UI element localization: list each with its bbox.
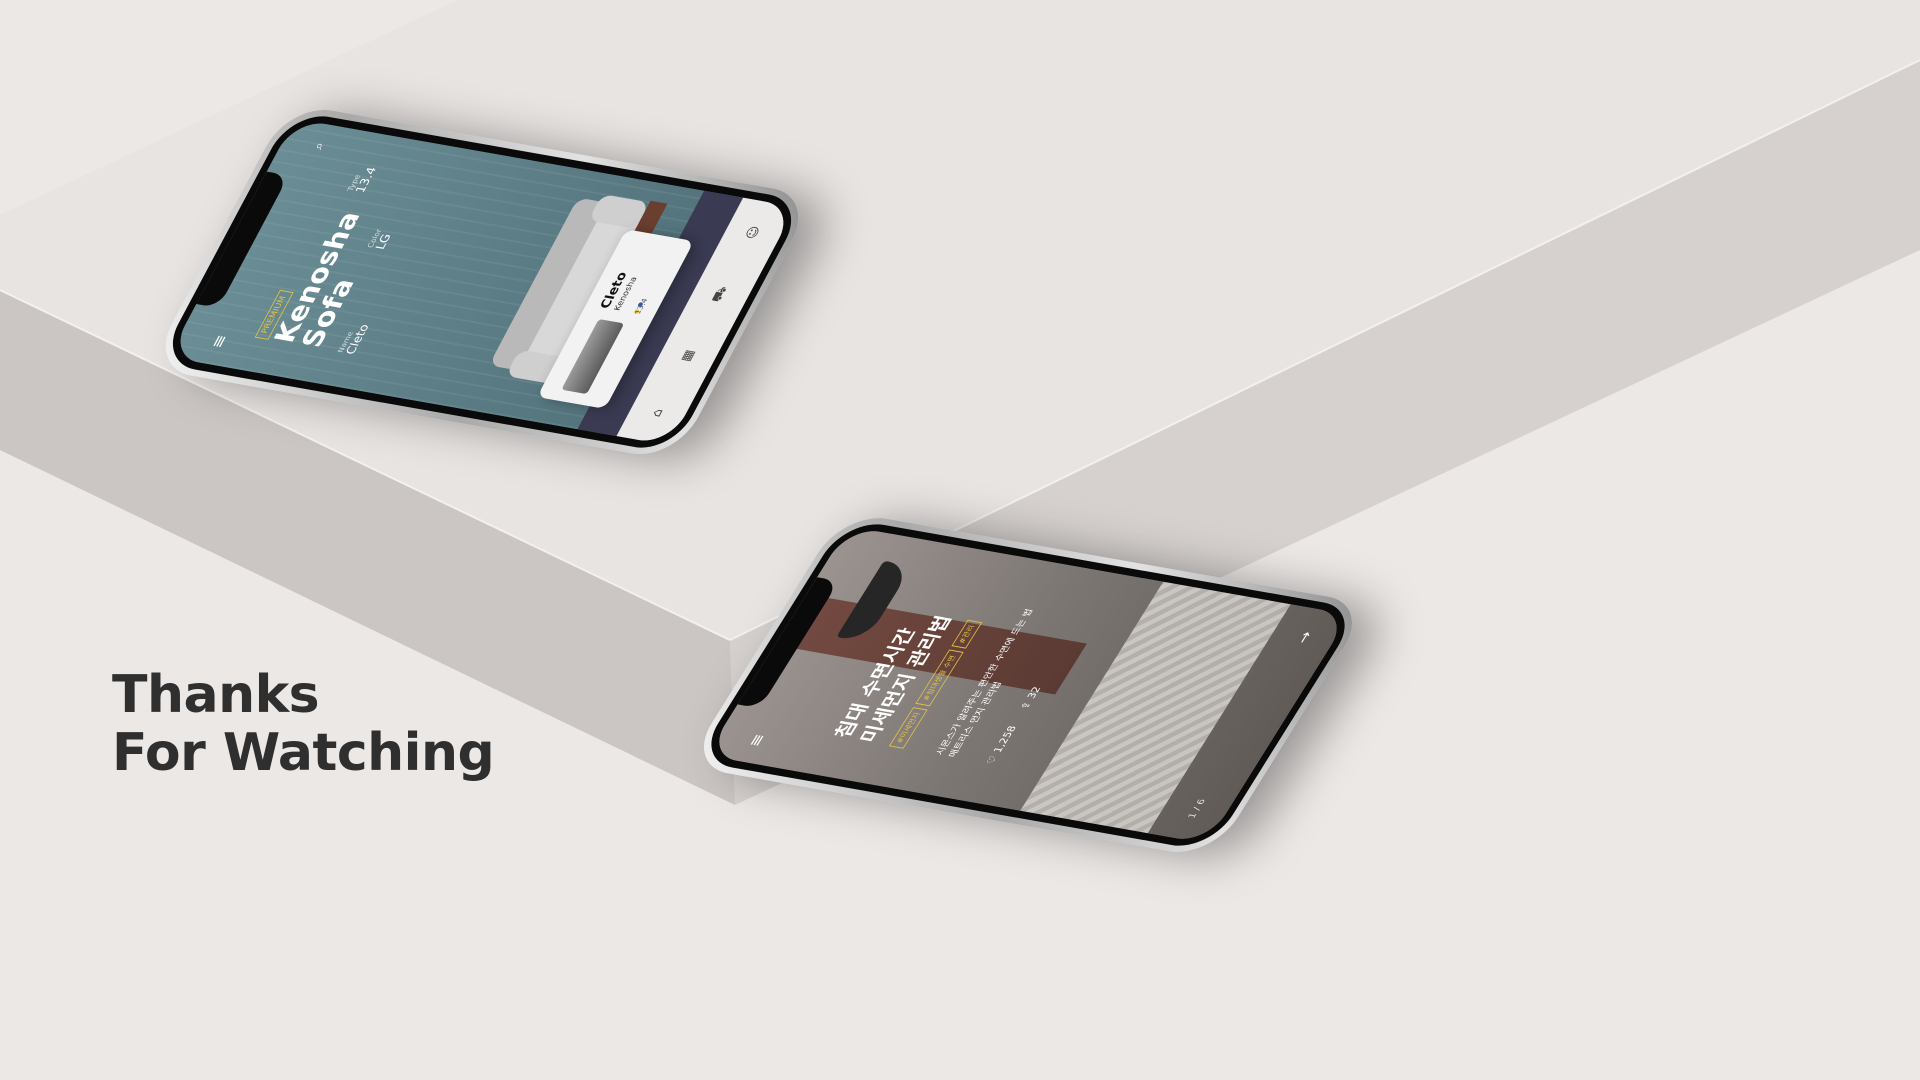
- tab-profile-icon[interactable]: ☺: [743, 225, 763, 240]
- mockup-stage: ≡ ⌕ PREMIUM Kenosha Sofa Name Cleto Colo…: [0, 0, 1920, 1080]
- tab-cart-icon[interactable]: ⛟: [709, 285, 733, 303]
- headline-line2: For Watching: [112, 723, 495, 783]
- headline-line1: Thanks: [112, 665, 320, 725]
- closing-headline: Thanks For Watching: [112, 665, 495, 783]
- tab-grid-icon[interactable]: ▦: [678, 349, 698, 363]
- tab-home-icon[interactable]: ⌂: [649, 408, 667, 418]
